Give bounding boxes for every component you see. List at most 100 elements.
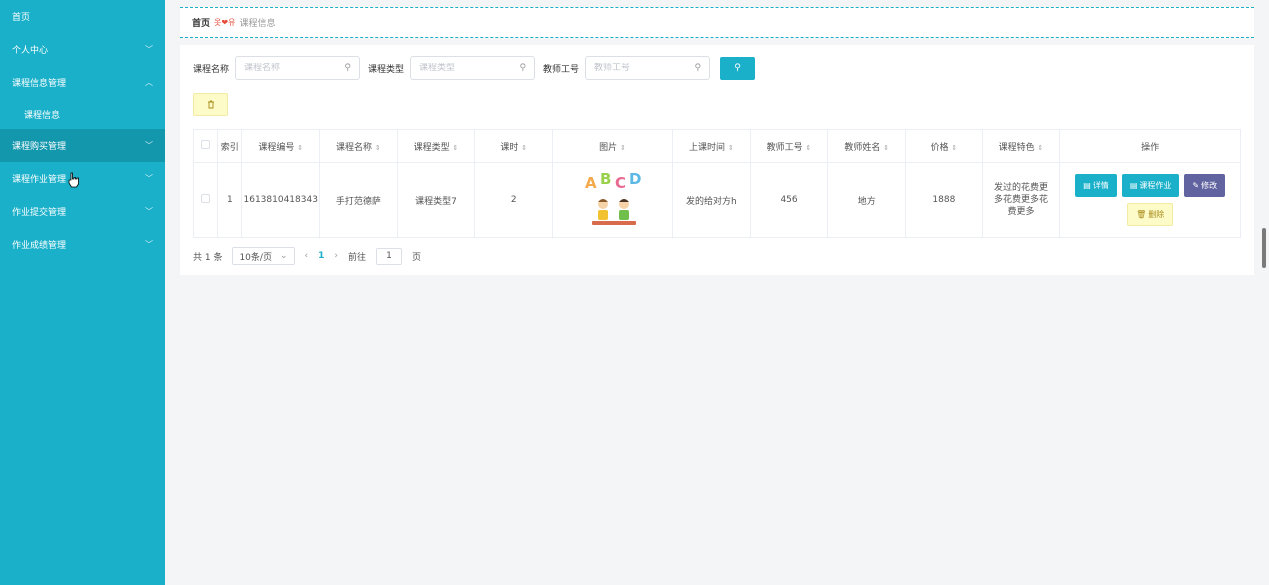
sort-icon[interactable]: ⇕: [806, 144, 812, 152]
goto-page-input[interactable]: 1: [376, 247, 402, 265]
breadcrumb-current: 课程信息: [239, 19, 276, 29]
course-name-input[interactable]: [244, 63, 335, 73]
sidebar-item-course-homework-mgmt[interactable]: 课程作业管理 ﹀: [0, 162, 165, 195]
thumb-letter: B: [600, 170, 611, 188]
sidebar-item-course-info-mgmt[interactable]: 课程信息管理 ︿: [0, 66, 165, 99]
search-box-course-name: ⚲: [235, 56, 361, 80]
header-feature[interactable]: 课程特色 ⇕: [981, 129, 1061, 163]
chevron-down-icon: ﹀: [145, 174, 153, 183]
sort-icon[interactable]: ⇕: [1038, 144, 1044, 152]
breadcrumb-home[interactable]: 首页: [192, 16, 210, 29]
cell-class-time: 发的给对方h: [672, 162, 751, 238]
cell-price: 1888: [905, 162, 983, 238]
search-icon: ⚲: [344, 63, 352, 73]
hand-cursor-icon: [68, 172, 79, 188]
edit-icon: ✎: [1192, 181, 1200, 190]
cell-course-type: 课程类型7: [396, 162, 476, 238]
course-type-input[interactable]: [419, 63, 510, 73]
sidebar-item-personal-center[interactable]: 个人中心 ﹀: [0, 33, 165, 66]
header-teacher-name[interactable]: 教师姓名 ⇕: [827, 129, 907, 163]
sidebar: 首页 个人中心 ﹀ 课程信息管理 ︿ 课程信息 课程购买管理 ﹀ 课程作业管理 …: [0, 0, 165, 585]
sort-icon[interactable]: ⇕: [620, 144, 626, 152]
header-course-type[interactable]: 课程类型 ⇕: [396, 129, 476, 163]
prev-page-icon[interactable]: ‹: [305, 251, 309, 261]
scrollbar-thumb[interactable]: [1262, 228, 1266, 268]
cell-index: 1: [217, 162, 243, 238]
header-course-name[interactable]: 课程名称 ⇕: [319, 129, 398, 163]
sidebar-item-label: 课程信息管理: [12, 79, 67, 89]
header-teacher-no[interactable]: 教师工号 ⇕: [749, 129, 829, 163]
sort-icon[interactable]: ⇕: [453, 144, 459, 152]
row-actions: ▤ 详情 ▤ 课程作业 ✎ 修改 🗑 删除: [1070, 174, 1230, 226]
sidebar-item-homework-score-mgmt[interactable]: 作业成绩管理 ﹀: [0, 228, 165, 261]
cell-course-no: 1613810418343: [241, 162, 321, 238]
header-price[interactable]: 价格 ⇕: [905, 129, 983, 163]
sidebar-item-label: 课程购买管理: [12, 142, 67, 152]
pager-total: 共 1 条: [193, 252, 223, 263]
row-select[interactable]: [192, 162, 219, 238]
detail-button[interactable]: ▤ 详情: [1075, 174, 1117, 197]
page-number[interactable]: 1: [318, 251, 324, 261]
sort-icon[interactable]: ⇕: [521, 144, 527, 152]
chevron-down-icon: ﹀: [145, 45, 153, 54]
edit-button[interactable]: ✎ 修改: [1184, 174, 1226, 197]
header-actions: 操作: [1059, 129, 1241, 163]
course-homework-button[interactable]: ▤ 课程作业: [1121, 174, 1180, 197]
header-image[interactable]: 图片 ⇕: [552, 129, 674, 163]
sort-icon[interactable]: ⇕: [297, 144, 303, 152]
breadcrumb-separator: 옷❤유: [214, 18, 236, 27]
cell-course-name: 手打范德萨: [319, 162, 398, 238]
next-page-icon[interactable]: ›: [334, 251, 338, 261]
header-course-no[interactable]: 课程编号 ⇕: [241, 129, 321, 163]
cell-teacher-no: 456: [749, 162, 829, 238]
sidebar-item-home[interactable]: 首页: [0, 0, 165, 33]
chevron-down-icon: ﹀: [145, 240, 153, 249]
search-icon: ⚲: [734, 63, 741, 73]
trash-icon: 🗑: [1136, 210, 1147, 219]
document-icon: ▤: [1083, 181, 1091, 190]
sort-icon[interactable]: ⇕: [951, 144, 957, 152]
thumb-letter: A: [585, 174, 597, 192]
cell-teacher-name: 地方: [827, 162, 907, 238]
chevron-down-icon: ﹀: [145, 141, 153, 150]
search-label-course-type: 课程类型: [368, 64, 405, 75]
cell-hours: 2: [474, 162, 554, 238]
search-box-teacher-no: ⚲: [585, 56, 711, 80]
search-bar: 课程名称 ⚲ 课程类型 ⚲ 教师工号 ⚲ ⚲: [193, 56, 1241, 80]
course-thumbnail[interactable]: A B C D: [582, 169, 644, 231]
header-select-all[interactable]: [192, 129, 219, 163]
sidebar-subitem-course-info[interactable]: 课程信息: [0, 99, 165, 129]
sidebar-item-homework-submit-mgmt[interactable]: 作业提交管理 ﹀: [0, 195, 165, 228]
batch-delete-button[interactable]: [193, 93, 228, 116]
document-icon: ▤: [1129, 181, 1138, 190]
thumb-letter: D: [629, 170, 641, 188]
sort-icon[interactable]: ⇕: [375, 144, 381, 152]
table-header-row: 索引 课程编号 ⇕ 课程名称 ⇕ 课程类型 ⇕ 课时 ⇕ 图片 ⇕ 上课时间 ⇕…: [192, 129, 1241, 163]
header-hours[interactable]: 课时 ⇕: [474, 129, 554, 163]
course-table: 索引 课程编号 ⇕ 课程名称 ⇕ 课程类型 ⇕ 课时 ⇕ 图片 ⇕ 上课时间 ⇕…: [192, 129, 1241, 238]
sidebar-item-course-purchase-mgmt[interactable]: 课程购买管理 ﹀: [0, 129, 165, 162]
sidebar-item-label: 课程信息: [24, 110, 61, 121]
checkbox[interactable]: [201, 140, 211, 149]
sidebar-item-label: 作业成绩管理: [12, 241, 67, 251]
sidebar-item-label: 作业提交管理: [12, 208, 67, 218]
breadcrumb: 首页 옷❤유 课程信息: [180, 7, 1254, 38]
search-label-course-name: 课程名称: [193, 64, 230, 75]
sidebar-item-label: 首页: [12, 13, 31, 23]
teacher-no-input[interactable]: [594, 63, 685, 73]
search-icon: ⚲: [519, 63, 527, 73]
table-row: 1 1613810418343 手打范德萨 课程类型7 2 A B C D 发的…: [192, 162, 1241, 238]
search-box-course-type: ⚲: [410, 56, 536, 80]
feature-text: 发过的花费更多花费更多花费更多: [994, 183, 1049, 217]
search-icon: ⚲: [694, 63, 702, 73]
delete-button[interactable]: 🗑 删除: [1127, 203, 1174, 226]
cell-feature: 发过的花费更多花费更多花费更多: [981, 162, 1061, 238]
sort-icon[interactable]: ⇕: [728, 144, 734, 152]
page-size-select[interactable]: 10条/页 ⌄: [232, 247, 295, 265]
goto-label: 前往: [347, 252, 366, 263]
cell-actions: ▤ 详情 ▤ 课程作业 ✎ 修改 🗑 删除: [1059, 162, 1241, 238]
header-class-time[interactable]: 上课时间 ⇕: [672, 129, 751, 163]
sort-icon[interactable]: ⇕: [883, 144, 889, 152]
checkbox[interactable]: [201, 194, 211, 203]
search-button[interactable]: ⚲: [720, 56, 756, 80]
